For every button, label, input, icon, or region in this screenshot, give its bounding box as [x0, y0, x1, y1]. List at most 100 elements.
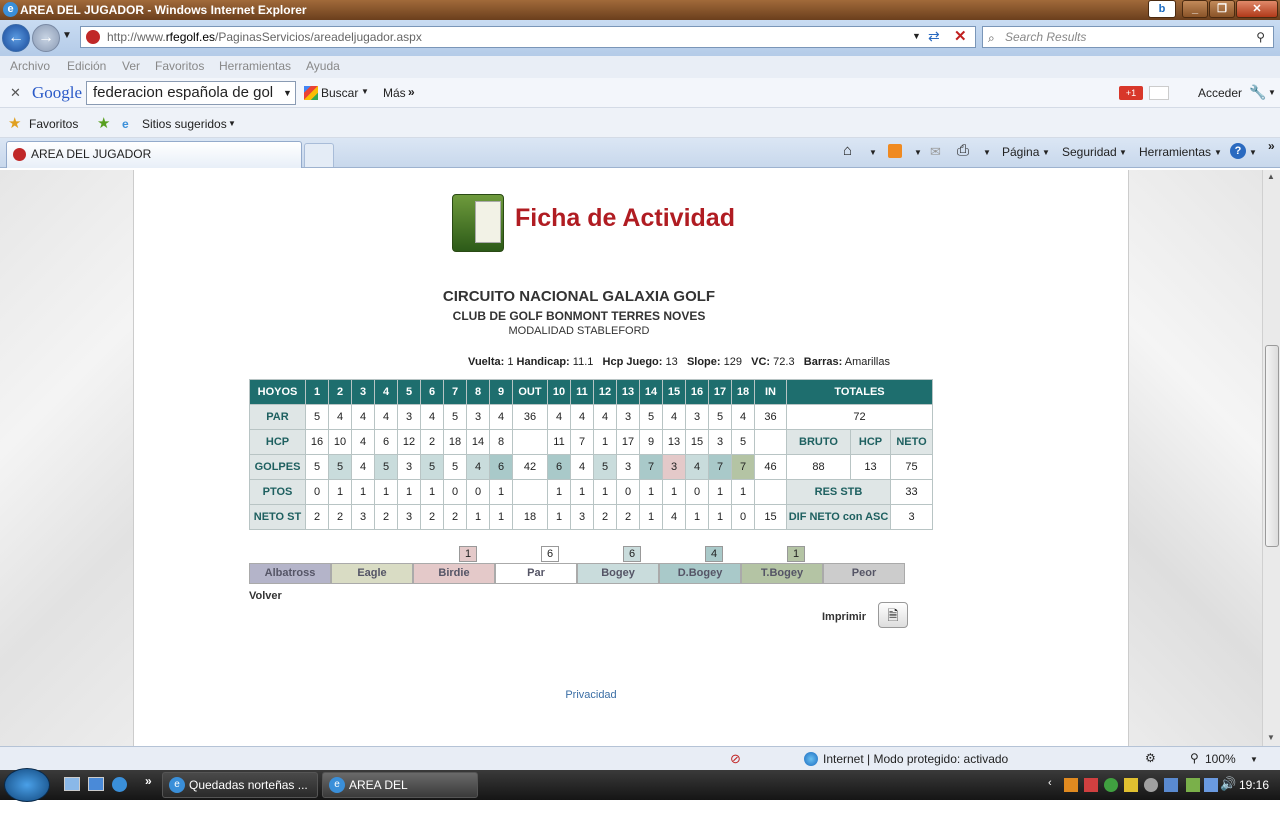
url-prefix: http://www. — [107, 30, 166, 44]
score-cell: 4 — [547, 404, 571, 430]
golpes-in: 46 — [754, 454, 787, 480]
gplus-button[interactable]: +1 — [1119, 86, 1143, 100]
rss-dropdown-icon[interactable]: ▼ — [914, 148, 922, 157]
clock[interactable]: 19:16 — [1239, 778, 1269, 792]
pagina-menu[interactable]: Página — [1002, 145, 1039, 159]
tray-battery-icon[interactable] — [1186, 778, 1200, 792]
pagina-dropdown-icon[interactable]: ▼ — [1042, 148, 1050, 157]
quicklaunch-ie-icon[interactable] — [112, 777, 127, 792]
volume-icon[interactable]: 🔊 — [1220, 776, 1236, 792]
print-page-button[interactable]: 🗎 — [878, 602, 908, 628]
round-info: Vuelta: 1 Handicap: 11.1 Hcp Juego: 13 S… — [134, 356, 1224, 368]
new-tab-button[interactable] — [304, 143, 334, 167]
hole-header: 12 — [593, 379, 617, 405]
forward-button[interactable]: → — [32, 24, 60, 52]
tray-network-icon[interactable] — [1164, 778, 1178, 792]
score-cell: 1 — [708, 479, 732, 505]
address-dropdown-icon[interactable]: ▼ — [912, 31, 921, 41]
history-dropdown-icon[interactable]: ▼ — [62, 30, 72, 41]
menu-ayuda[interactable]: Ayuda — [306, 59, 340, 73]
hcp-total-header: HCP — [850, 429, 891, 455]
search-icon[interactable]: ⚲ — [1256, 27, 1265, 47]
score-cell: 4 — [351, 404, 375, 430]
sitios-sugeridos-button[interactable]: Sitios sugeridos — [142, 117, 227, 131]
start-button[interactable] — [4, 768, 50, 802]
vuelta-label: Vuelta: — [468, 356, 505, 368]
scrollbar-thumb[interactable] — [1265, 345, 1279, 547]
compatibility-icon[interactable]: ⇄ — [928, 28, 940, 45]
vertical-scrollbar[interactable]: ▲ ▼ — [1262, 170, 1280, 746]
scroll-up-icon[interactable]: ▲ — [1267, 172, 1275, 181]
close-button[interactable]: ✕ — [1236, 0, 1278, 18]
toolbar-close-icon[interactable]: ✕ — [10, 85, 21, 101]
menu-edicion[interactable]: Edición — [67, 59, 106, 73]
double-chevron-icon[interactable]: » — [408, 85, 415, 99]
tray-app-icon[interactable] — [1144, 778, 1158, 792]
buscar-dropdown-icon[interactable]: ▼ — [361, 87, 369, 96]
zoom-level[interactable]: 100% — [1205, 752, 1236, 766]
show-desktop-icon[interactable] — [64, 777, 80, 791]
taskbar-item-quedadas[interactable]: e Quedadas norteñas ... — [162, 772, 318, 798]
taskbar-item-label: Quedadas norteñas ... — [189, 778, 308, 792]
mail-icon[interactable]: ✉ — [930, 144, 941, 160]
scroll-down-icon[interactable]: ▼ — [1267, 733, 1275, 742]
stop-icon[interactable]: ✕ — [954, 27, 967, 45]
volver-link[interactable]: Volver — [249, 590, 282, 602]
addons-icon[interactable]: ⚙ — [1145, 751, 1156, 765]
favoritos-button[interactable]: Favoritos — [29, 117, 78, 131]
seguridad-menu[interactable]: Seguridad — [1062, 145, 1117, 159]
back-button[interactable]: ← — [2, 24, 30, 52]
tray-app-icon[interactable] — [1084, 778, 1098, 792]
scorecard-table: HOYOS 1 2 3 4 5 6 7 8 9 OUT 10 11 12 13 14 15 16 17 18 IN TOT… — [249, 379, 933, 530]
tray-shield-icon[interactable] — [1124, 778, 1138, 792]
suggested-sites-icon: e — [122, 117, 129, 131]
bing-icon[interactable]: b — [1148, 0, 1176, 18]
sitios-dropdown-icon[interactable]: ▼ — [228, 119, 236, 128]
score-cell: 1 — [639, 479, 663, 505]
score-cell: 2 — [616, 504, 640, 530]
tray-app-icon[interactable] — [1064, 778, 1078, 792]
score-cell: 5 — [305, 404, 329, 430]
privacidad-link[interactable]: Privacidad — [134, 689, 1048, 701]
tray-monitor-icon[interactable] — [1204, 778, 1218, 792]
print-dropdown-icon[interactable]: ▼ — [983, 148, 991, 157]
rss-feed-icon[interactable] — [888, 144, 902, 158]
herramientas-dropdown-icon[interactable]: ▼ — [1214, 148, 1222, 157]
taskbar-item-area-jugador[interactable]: e AREA DEL JUGADOR... — [322, 772, 478, 816]
herramientas-menu[interactable]: Herramientas — [1139, 145, 1211, 159]
score-cell: 4 — [662, 404, 686, 430]
slope-value: 129 — [723, 356, 742, 368]
menu-archivo[interactable]: Archivo — [10, 59, 50, 73]
address-bar[interactable]: http://www.rfegolf.es/PaginasServicios/a… — [80, 26, 976, 48]
buscar-button[interactable]: Buscar — [321, 86, 358, 100]
add-favorite-icon[interactable]: ★ — [97, 114, 110, 132]
menu-herramientas[interactable]: Herramientas — [219, 59, 291, 73]
tracking-protection-icon[interactable]: ⊘ — [730, 751, 741, 767]
more-commands-icon[interactable]: » — [1268, 139, 1275, 153]
print-icon[interactable]: ⎙ — [957, 142, 969, 159]
quicklaunch-more-icon[interactable]: » — [145, 774, 152, 788]
home-dropdown-icon[interactable]: ▼ — [869, 148, 877, 157]
minimize-button[interactable]: _ — [1182, 0, 1208, 18]
quicklaunch-window-icon[interactable] — [88, 777, 104, 791]
zoom-dropdown-icon[interactable]: ▼ — [1250, 755, 1258, 764]
legend-count-dbogey: 4 — [705, 546, 723, 562]
tab-area-del-jugador[interactable]: AREA DEL JUGADOR — [6, 141, 302, 168]
acceder-link[interactable]: Acceder — [1198, 86, 1242, 100]
home-icon[interactable]: ⌂ — [843, 142, 852, 159]
mas-button[interactable]: Más — [383, 86, 406, 100]
menu-ver[interactable]: Ver — [122, 59, 140, 73]
help-icon[interactable]: ? — [1230, 143, 1246, 159]
seguridad-dropdown-icon[interactable]: ▼ — [1119, 148, 1127, 157]
tray-expand-icon[interactable]: ‹ — [1048, 777, 1052, 789]
score-cell: 7 — [570, 429, 594, 455]
help-dropdown-icon[interactable]: ▼ — [1249, 148, 1257, 157]
google-search-input[interactable]: federacion española de gol — [86, 81, 296, 105]
search-box[interactable]: ⌕ Search Results ⚲ — [982, 26, 1274, 48]
google-search-dropdown-icon[interactable]: ▼ — [283, 88, 292, 98]
wrench-icon[interactable]: 🔧 — [1249, 84, 1266, 101]
maximize-button[interactable]: ❐ — [1209, 0, 1235, 18]
tray-app-icon[interactable] — [1104, 778, 1118, 792]
settings-dropdown-icon[interactable]: ▼ — [1268, 88, 1276, 97]
menu-favoritos[interactable]: Favoritos — [155, 59, 204, 73]
